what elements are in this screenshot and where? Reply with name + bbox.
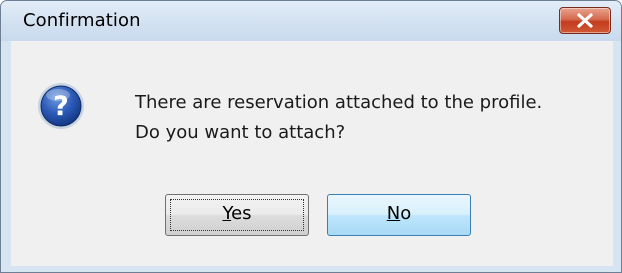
close-button[interactable] [559, 7, 611, 34]
no-button[interactable]: No [327, 194, 471, 236]
yes-button-label: Yes [222, 203, 251, 224]
confirmation-dialog: Confirmation ? There are reservation att… [0, 0, 622, 273]
yes-mnemonic: Y [222, 203, 232, 224]
title-bar[interactable]: Confirmation [1, 1, 621, 41]
message-line-2: Do you want to attach? [135, 122, 346, 143]
no-mnemonic: N [386, 203, 401, 224]
question-icon: ? [38, 83, 84, 129]
yes-button[interactable]: Yes [165, 194, 309, 236]
window-title: Confirmation [23, 10, 141, 31]
no-label-rest: o [400, 203, 412, 224]
no-button-label: No [387, 203, 411, 224]
svg-text:?: ? [53, 91, 69, 122]
dialog-body: ? There are reservation attached to the … [11, 41, 613, 266]
yes-label-rest: es [231, 203, 252, 224]
close-icon [577, 13, 593, 28]
message-line-1: There are reservation attached to the pr… [135, 92, 543, 113]
